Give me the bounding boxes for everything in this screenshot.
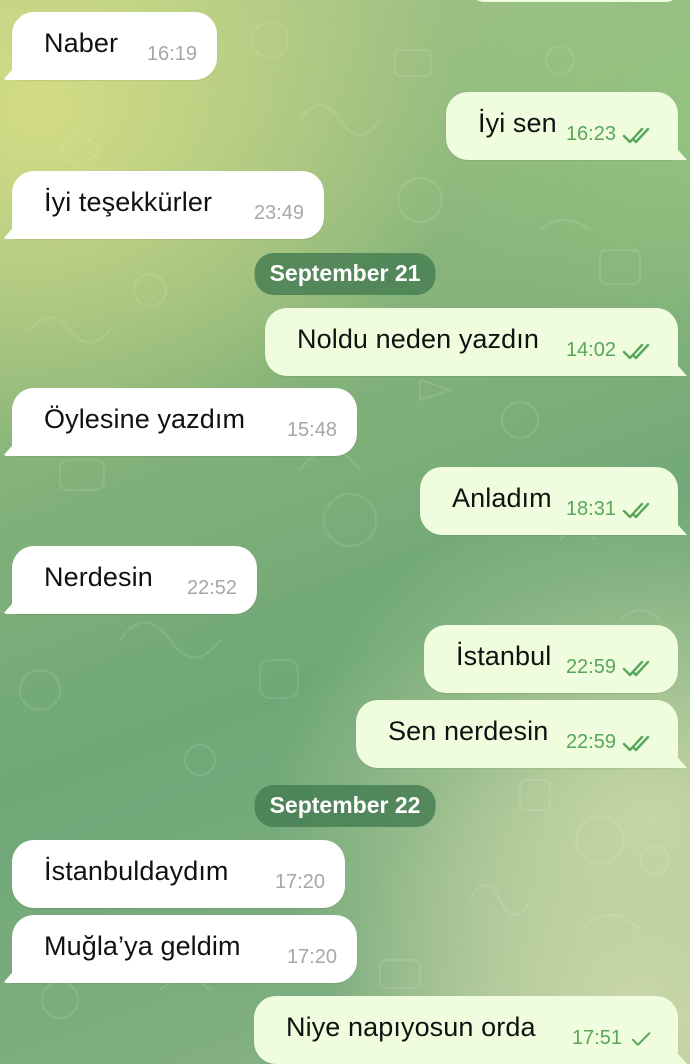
- message-time: 16:23: [565, 123, 616, 145]
- date-separator: September 21: [254, 253, 436, 295]
- outgoing-message[interactable]: İyi sen 16:23: [446, 92, 678, 160]
- message-text: Muğla’ya geldim: [44, 931, 241, 961]
- message-meta: 23:49: [254, 202, 304, 225]
- single-check-icon: [631, 1031, 651, 1046]
- double-check-icon: [622, 343, 650, 359]
- message-meta: 17:51: [572, 1027, 656, 1050]
- incoming-message[interactable]: Naber 16:19: [12, 12, 217, 80]
- outgoing-message[interactable]: İstanbul 22:59: [424, 625, 678, 693]
- incoming-message[interactable]: Öylesine yazdım 15:48: [12, 388, 357, 456]
- message-time: 14:02: [565, 339, 616, 361]
- message-time: 15:48: [286, 419, 337, 441]
- message-list[interactable]: Naber 16:19 İyi sen 16:23 İyi teşekkürle…: [0, 0, 690, 1064]
- message-text: Anladım: [452, 483, 552, 513]
- message-time: 22:52: [186, 577, 237, 599]
- outgoing-message[interactable]: Anladım 18:31: [420, 467, 678, 535]
- message-time: 17:20: [286, 946, 337, 968]
- double-check-icon: [622, 502, 650, 518]
- message-text: İstanbul: [456, 641, 552, 671]
- message-text: Sen nerdesin: [388, 716, 549, 746]
- message-text: İyi sen: [478, 108, 557, 138]
- message-meta: 14:02: [566, 339, 656, 362]
- message-meta: 22:59: [566, 731, 656, 754]
- message-time: 16:19: [146, 43, 197, 65]
- message-meta: 16:23: [566, 123, 656, 146]
- message-text: İstanbuldaydım: [44, 856, 229, 886]
- message-time: 17:51: [571, 1027, 622, 1049]
- message-meta: 18:31: [566, 498, 656, 521]
- double-check-icon: [622, 127, 650, 143]
- message-meta: 15:48: [287, 419, 337, 442]
- message-time: 23:49: [253, 202, 304, 224]
- outgoing-message[interactable]: Niye napıyosun orda 17:51: [254, 996, 678, 1064]
- message-meta: 17:20: [287, 946, 337, 969]
- message-text: Noldu neden yazdın: [297, 324, 539, 354]
- incoming-message[interactable]: İstanbuldaydım 17:20: [12, 840, 345, 908]
- message-text: İyi teşekkürler: [44, 187, 213, 217]
- message-time: 17:20: [274, 871, 325, 893]
- message-text: Niye napıyosun orda: [286, 1012, 536, 1042]
- message-meta: 22:59: [566, 656, 656, 679]
- outgoing-message[interactable]: Noldu neden yazdın 14:02: [265, 308, 678, 376]
- message-time: 18:31: [565, 498, 616, 520]
- incoming-message[interactable]: İyi teşekkürler 23:49: [12, 171, 324, 239]
- incoming-message[interactable]: Muğla’ya geldim 17:20: [12, 915, 357, 983]
- message-text: Öylesine yazdım: [44, 404, 246, 434]
- date-separator: September 22: [254, 785, 436, 827]
- message-text: Nerdesin: [44, 562, 153, 592]
- message-meta: 16:19: [147, 43, 197, 66]
- double-check-icon: [622, 735, 650, 751]
- double-check-icon: [622, 660, 650, 676]
- outgoing-message[interactable]: Sen nerdesin 22:59: [356, 700, 678, 768]
- message-meta: 22:52: [187, 577, 237, 600]
- message-time: 22:59: [565, 656, 616, 678]
- message-time: 22:59: [565, 731, 616, 753]
- incoming-message[interactable]: Nerdesin 22:52: [12, 546, 257, 614]
- message-text: Naber: [44, 28, 119, 58]
- message-meta: 17:20: [275, 871, 325, 894]
